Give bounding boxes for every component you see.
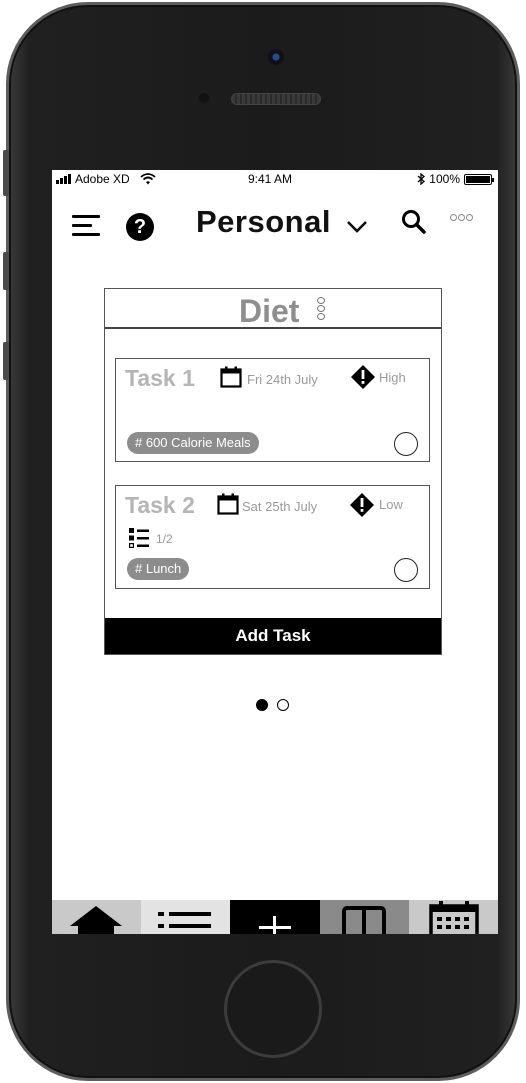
volume-down-button xyxy=(3,342,9,380)
add-task-button[interactable]: Add Task xyxy=(105,618,441,654)
page-title[interactable]: Personal xyxy=(196,204,331,240)
page-dot-active[interactable] xyxy=(256,699,268,711)
signal-icon xyxy=(56,174,71,184)
more-icon[interactable] xyxy=(450,214,473,221)
mute-switch xyxy=(3,150,9,196)
status-time: 9:41 AM xyxy=(248,172,293,186)
bottom-nav xyxy=(52,900,498,934)
front-camera xyxy=(268,49,284,65)
page-indicator xyxy=(256,699,289,711)
status-bar: Adobe XD 9:41 AM 100% xyxy=(52,170,498,188)
board-title: Diet xyxy=(239,293,300,329)
priority-icon xyxy=(351,365,375,389)
tag-badge[interactable]: # 600 Calorie Meals xyxy=(127,432,259,454)
tag-badge[interactable]: # Lunch xyxy=(127,558,190,580)
subtask-count: 1/2 xyxy=(156,532,173,546)
app-screen: Adobe XD 9:41 AM 100% ? Personal Diet Ta… xyxy=(52,170,498,934)
complete-checkbox[interactable] xyxy=(394,558,418,582)
board-icon xyxy=(319,900,409,934)
calendar-icon xyxy=(217,493,239,515)
nav-calendar[interactable] xyxy=(408,900,498,934)
battery-fill xyxy=(466,175,490,183)
task-card[interactable]: Task 2 Sat 25th July Low 1/2 # Lunch xyxy=(115,485,430,589)
due-date: Fri 24th July xyxy=(247,372,318,387)
add-icon xyxy=(259,916,292,934)
battery-percent: 100% xyxy=(429,172,460,186)
carrier-label: Adobe XD xyxy=(75,172,130,186)
nav-list[interactable] xyxy=(141,900,231,934)
nav-add[interactable] xyxy=(230,900,320,934)
wifi-icon xyxy=(140,173,156,185)
calendar-icon xyxy=(429,901,479,934)
checklist-icon xyxy=(129,528,149,549)
task-card[interactable]: Task 1 Fri 24th July High # 600 Calorie … xyxy=(115,358,430,462)
task-name: Task 2 xyxy=(125,492,195,518)
priority-label: High xyxy=(379,370,406,385)
hamburger-icon[interactable] xyxy=(72,214,100,238)
home-button[interactable] xyxy=(224,960,322,1058)
battery-icon xyxy=(464,173,494,185)
home-icon xyxy=(70,906,122,934)
board-header: Diet xyxy=(105,289,441,329)
priority-label: Low xyxy=(379,497,403,512)
complete-checkbox[interactable] xyxy=(394,432,418,456)
nav-board[interactable] xyxy=(319,900,409,934)
proximity-sensor xyxy=(199,93,209,103)
board-card: Diet Task 1 Fri 24th July High # 600 Cal… xyxy=(104,288,442,655)
list-icon xyxy=(158,912,212,928)
volume-up-button xyxy=(3,252,9,290)
earpiece-speaker xyxy=(231,93,321,105)
chevron-down-icon[interactable] xyxy=(346,218,368,234)
due-date: Sat 25th July xyxy=(242,499,318,514)
search-icon[interactable] xyxy=(400,208,428,236)
board-menu-icon[interactable] xyxy=(317,297,325,320)
task-name: Task 1 xyxy=(125,365,195,391)
priority-icon xyxy=(350,493,374,517)
bluetooth-icon xyxy=(417,173,426,185)
help-icon[interactable]: ? xyxy=(126,213,154,241)
calendar-icon xyxy=(220,366,242,388)
page-dot[interactable] xyxy=(277,699,289,711)
nav-home[interactable] xyxy=(52,900,142,934)
